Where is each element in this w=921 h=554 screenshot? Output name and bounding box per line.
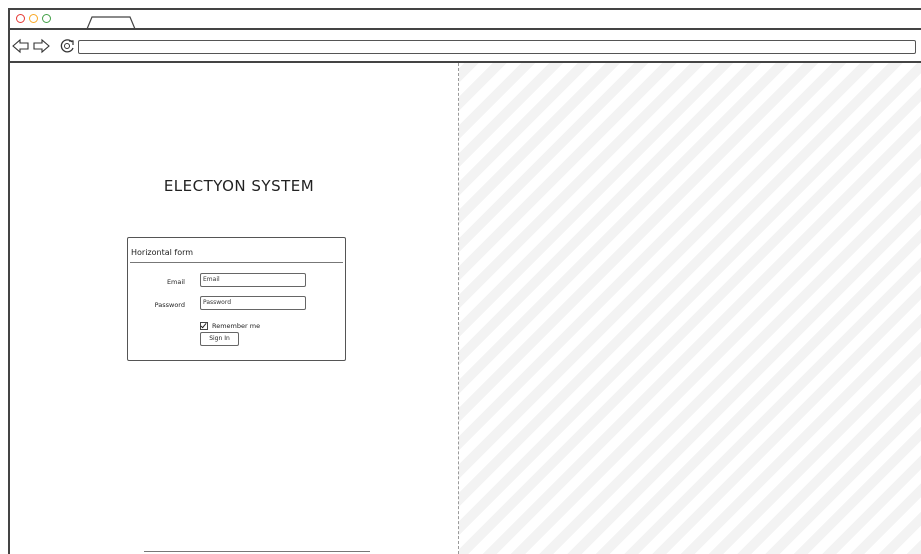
browser-title-bar <box>10 10 921 30</box>
remember-me-label: Remember me <box>212 322 261 330</box>
login-pane: ELECTYON SYSTEM Horizontal form Email Em… <box>10 63 458 554</box>
remember-me-row[interactable]: Remember me <box>200 322 260 330</box>
form-heading: Horizontal form <box>131 248 194 257</box>
minimize-window-button[interactable] <box>29 14 38 23</box>
browser-tab[interactable] <box>86 16 136 30</box>
image-placeholder-pane <box>459 63 921 554</box>
address-bar-input[interactable] <box>78 40 916 54</box>
heading-divider <box>130 262 343 263</box>
remember-me-checkbox[interactable] <box>200 322 208 330</box>
password-label: Password <box>154 301 185 309</box>
login-form-panel: Horizontal form Email Email Password Pas… <box>127 237 346 361</box>
password-field[interactable]: Password <box>200 296 306 310</box>
sign-in-button[interactable]: Sign In <box>200 332 239 346</box>
arrow-right-icon[interactable] <box>32 38 50 54</box>
footer-divider <box>144 551 370 552</box>
email-field[interactable]: Email <box>200 273 306 287</box>
browser-nav-bar <box>10 30 921 63</box>
arrow-left-icon[interactable] <box>12 38 30 54</box>
close-window-button[interactable] <box>16 14 25 23</box>
maximize-window-button[interactable] <box>42 14 51 23</box>
page-title: ELECTYON SYSTEM <box>163 177 315 195</box>
reload-icon[interactable] <box>59 38 77 54</box>
email-label: Email <box>166 278 185 286</box>
